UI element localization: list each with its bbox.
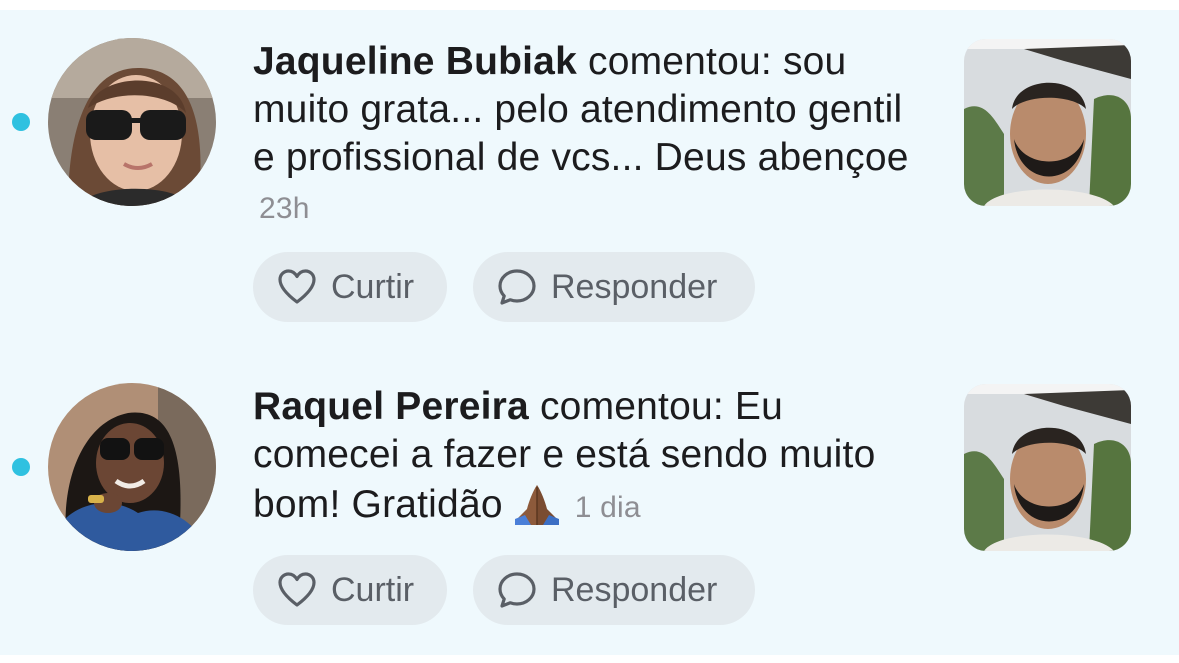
notification-actions: Curtir Responder xyxy=(253,555,755,625)
post-thumbnail[interactable] xyxy=(964,384,1131,551)
folded-hands-icon xyxy=(514,485,559,525)
speech-bubble-icon xyxy=(498,572,536,608)
unread-indicator xyxy=(12,458,30,476)
reply-button[interactable]: Responder xyxy=(473,252,755,322)
heart-outline-icon xyxy=(278,269,316,304)
unread-indicator xyxy=(12,113,30,131)
comment-text[interactable]: Jaqueline Bubiak comentou: sou muito gra… xyxy=(253,38,933,233)
author-name[interactable]: Raquel Pereira xyxy=(253,385,529,428)
avatar[interactable] xyxy=(48,38,216,206)
avatar[interactable] xyxy=(48,383,216,551)
reply-label: Responder xyxy=(551,267,718,306)
heart-outline-icon xyxy=(278,572,316,607)
speech-bubble-icon xyxy=(498,269,536,305)
comment-text[interactable]: Raquel Pereira comentou: Eu comecei a fa… xyxy=(253,383,933,532)
notification-item[interactable]: Raquel Pereira comentou: Eu comecei a fa… xyxy=(0,345,1179,655)
reply-button[interactable]: Responder xyxy=(473,555,755,625)
like-label: Curtir xyxy=(331,267,415,306)
like-button[interactable]: Curtir xyxy=(253,555,447,625)
bottom-edge xyxy=(0,655,1179,663)
reply-label: Responder xyxy=(551,570,718,609)
timestamp: 1 dia xyxy=(574,491,641,524)
timestamp: 23h xyxy=(259,192,310,225)
like-button[interactable]: Curtir xyxy=(253,252,447,322)
like-label: Curtir xyxy=(331,570,415,609)
notification-actions: Curtir Responder xyxy=(253,252,755,322)
post-thumbnail[interactable] xyxy=(964,39,1131,206)
notification-item[interactable]: Jaqueline Bubiak comentou: sou muito gra… xyxy=(0,0,1179,322)
author-name[interactable]: Jaqueline Bubiak xyxy=(253,40,577,83)
